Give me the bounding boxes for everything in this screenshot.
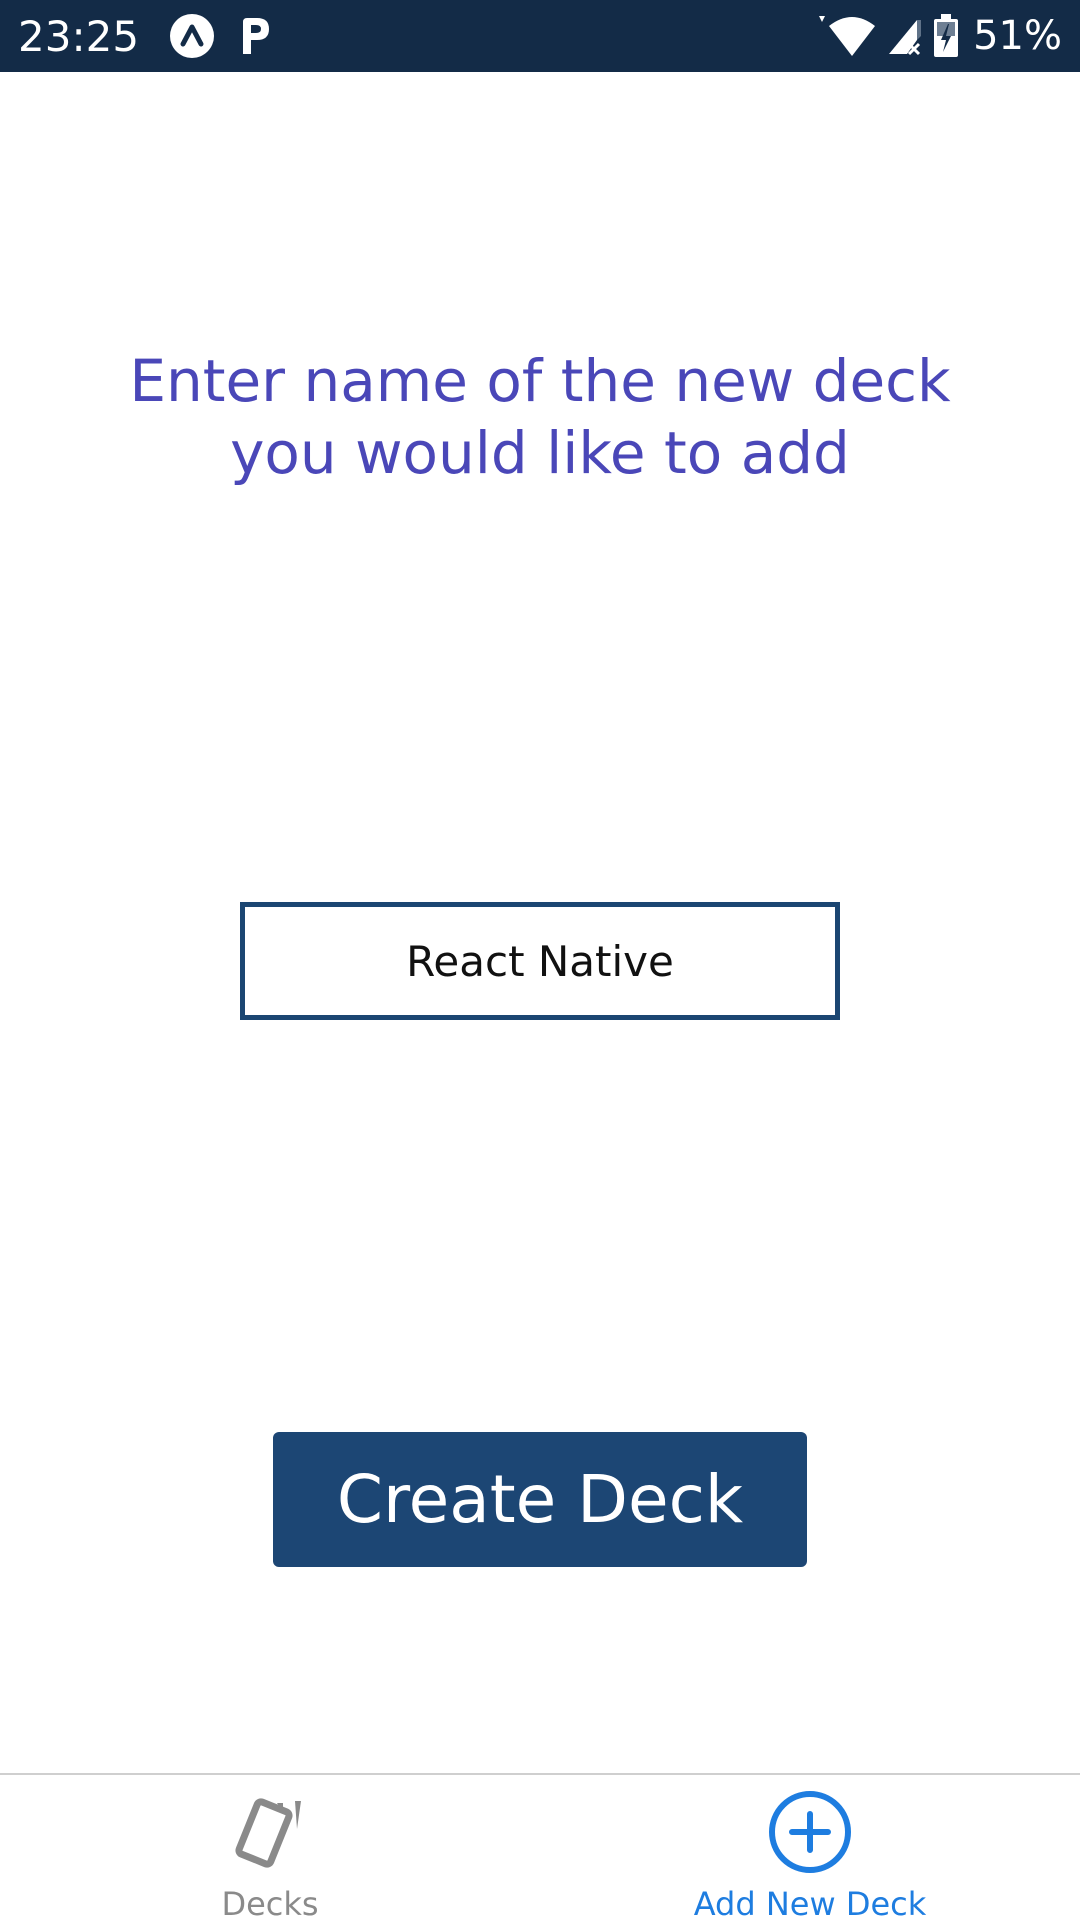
plus-circle-icon (765, 1787, 855, 1877)
tab-add-new-deck[interactable]: Add New Deck (540, 1775, 1080, 1920)
create-deck-button[interactable]: Create Deck (273, 1432, 807, 1567)
new-deck-prompt: Enter name of the new deck you would lik… (0, 345, 1080, 489)
battery-icon (933, 14, 959, 58)
prompt-line-1: Enter name of the new deck (129, 347, 951, 415)
prompt-line-2: you would like to add (230, 419, 850, 487)
expo-icon (169, 13, 215, 59)
signal-icon (887, 16, 923, 56)
wifi-icon (815, 14, 877, 58)
status-icons: 51% (805, 13, 1062, 59)
bottom-tab-bar: Decks Add New Deck (0, 1773, 1080, 1920)
status-time: 23:25 (18, 11, 140, 61)
battery-percent: 51% (973, 13, 1062, 59)
add-deck-screen: 23:25 51% Enter name of the new deck you… (0, 0, 1080, 1920)
tab-label-decks: Decks (221, 1885, 319, 1920)
tab-label-add-new-deck: Add New Deck (693, 1885, 927, 1920)
deck-name-input[interactable] (240, 902, 840, 1020)
cards-icon (225, 1787, 315, 1877)
tab-decks[interactable]: Decks (0, 1775, 540, 1920)
status-bar: 23:25 51% (0, 0, 1080, 72)
p-icon (233, 13, 279, 59)
